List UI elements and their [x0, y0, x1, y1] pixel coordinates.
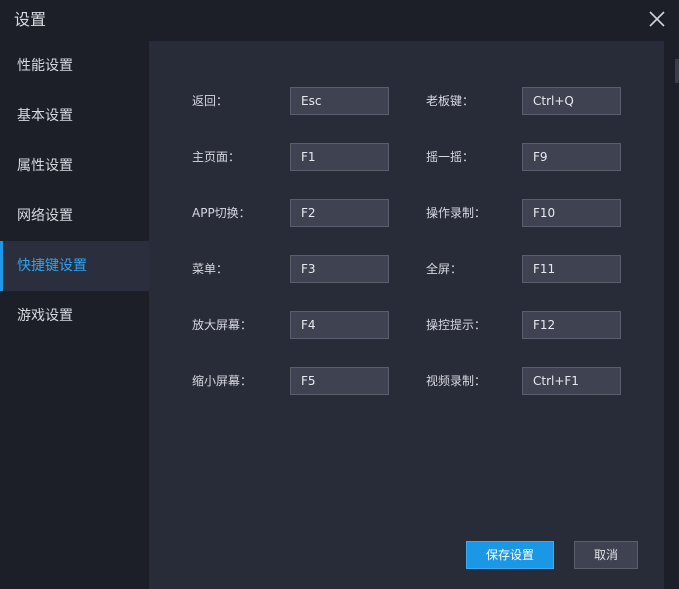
shortcut-field-video-record[interactable]: Ctrl+F1 [522, 367, 621, 395]
shortcut-field-home[interactable]: F1 [290, 143, 389, 171]
shortcut-label-shake: 摇一摇： [426, 150, 475, 164]
scrollbar-track[interactable] [664, 41, 679, 589]
shortcut-label-zoom-out: 缩小屏幕： [192, 374, 253, 388]
cancel-button[interactable]: 取消 [574, 541, 638, 569]
shortcut-field-fullscreen[interactable]: F11 [522, 255, 621, 283]
dialog-title: 设置 [14, 10, 47, 29]
shortcut-label-back: 返回： [192, 94, 229, 108]
shortcut-field-shake[interactable]: F9 [522, 143, 621, 171]
scrollbar-thumb[interactable] [675, 59, 679, 83]
sidebar-item-games[interactable]: 游戏设置 [0, 291, 149, 341]
shortcut-field-macro-record[interactable]: F10 [522, 199, 621, 227]
save-settings-button[interactable]: 保存设置 [466, 541, 554, 569]
shortcut-label-zoom-in: 放大屏幕： [192, 318, 253, 332]
shortcut-field-back[interactable]: Esc [290, 87, 389, 115]
shortcut-field-app-switch[interactable]: F2 [290, 199, 389, 227]
shortcut-field-menu[interactable]: F3 [290, 255, 389, 283]
shortcut-field-zoom-in[interactable]: F4 [290, 311, 389, 339]
sidebar-item-properties[interactable]: 属性设置 [0, 141, 149, 191]
shortcut-field-control-hints[interactable]: F12 [522, 311, 621, 339]
shortcut-label-menu: 菜单： [192, 262, 229, 276]
settings-sidebar: 性能设置 基本设置 属性设置 网络设置 快捷键设置 游戏设置 [0, 41, 149, 589]
sidebar-item-network[interactable]: 网络设置 [0, 191, 149, 241]
shortcut-label-video-record: 视频录制： [426, 374, 487, 388]
shortcut-label-boss-key: 老板键： [426, 94, 475, 108]
sidebar-item-performance[interactable]: 性能设置 [0, 41, 149, 91]
shortcut-label-fullscreen: 全屏： [426, 262, 463, 276]
settings-dialog: 设置 性能设置 基本设置 属性设置 网络设置 快捷键设置 游戏设置 返回： Es… [0, 0, 679, 589]
shortcut-label-home: 主页面： [192, 150, 241, 164]
close-icon [649, 11, 665, 27]
shortcut-field-zoom-out[interactable]: F5 [290, 367, 389, 395]
shortcut-label-macro-record: 操作录制： [426, 206, 487, 220]
sidebar-item-shortcuts[interactable]: 快捷键设置 [0, 241, 149, 291]
sidebar-item-basic[interactable]: 基本设置 [0, 91, 149, 141]
shortcut-label-app-switch: APP切换： [192, 206, 251, 220]
shortcut-field-boss-key[interactable]: Ctrl+Q [522, 87, 621, 115]
close-button[interactable] [647, 9, 667, 29]
title-bar: 设置 [0, 0, 679, 41]
shortcut-label-control-hints: 操控提示： [426, 318, 487, 332]
